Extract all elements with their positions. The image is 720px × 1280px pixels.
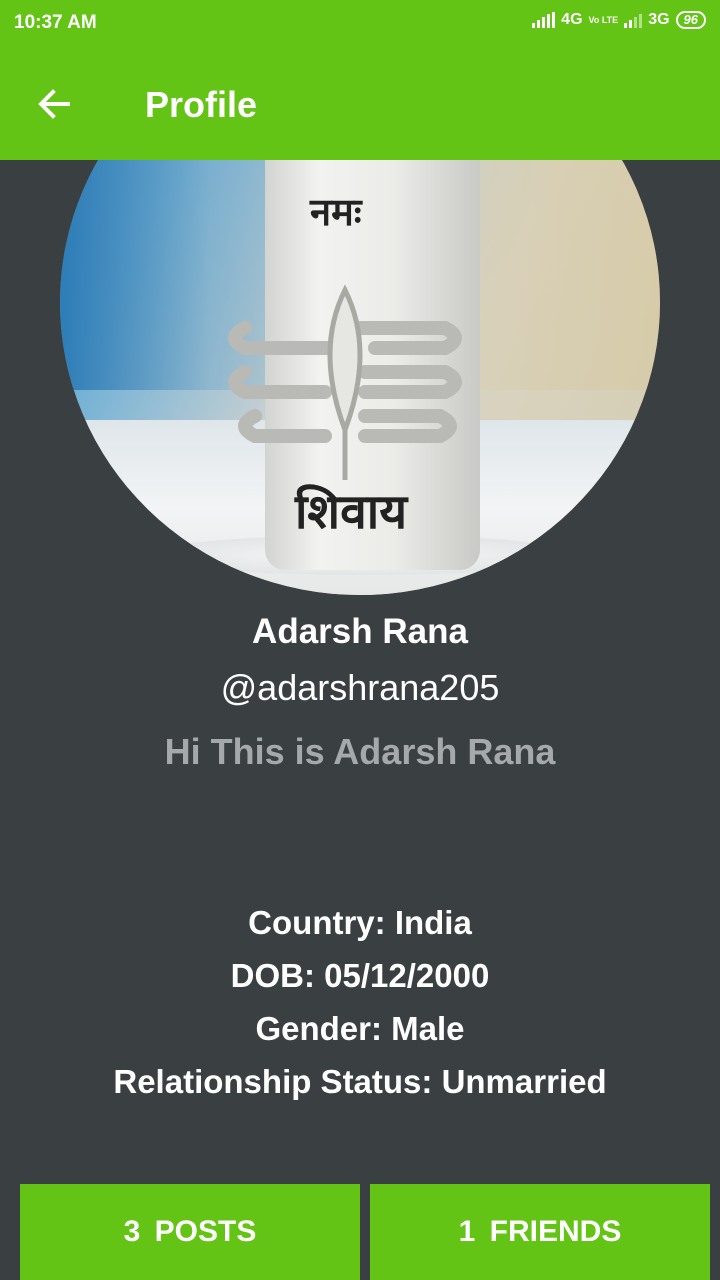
friends-button[interactable]: 1 FRIENDS [370, 1184, 710, 1280]
signal-icon-2 [624, 12, 643, 28]
network-type-2: 3G [648, 11, 670, 28]
app-bar: Profile [0, 48, 720, 160]
avatar-text-bottom: शिवाय [295, 484, 408, 540]
avatar-text-top: नमः [310, 190, 362, 234]
posts-button[interactable]: 3 POSTS [20, 1184, 360, 1280]
profile-name: Adarsh Rana [252, 612, 468, 651]
battery-icon: 96 [675, 11, 706, 29]
network-type-1: 4G [561, 11, 583, 28]
detail-country: Country: India [248, 904, 472, 941]
profile-username: @adarshrana205 [220, 667, 500, 708]
volte-icon: Vo LTE [588, 14, 619, 25]
signal-icon [532, 12, 556, 28]
status-icons: 4G Vo LTE 3G 96 [532, 11, 706, 29]
arrow-left-icon [38, 89, 70, 119]
tripundra-icon [228, 284, 462, 480]
profile-screen: नमः शिवाय 10:37 AM 4G Vo LTE 3G 96 Profi… [0, 0, 720, 1280]
profile-details: Country: India DOB: 05/12/2000 Gender: M… [0, 900, 720, 1112]
detail-relationship: Relationship Status: Unmarried [113, 1063, 607, 1100]
status-bar: 10:37 AM 4G Vo LTE 3G 96 [0, 0, 720, 48]
profile-bio: Hi This is Adarsh Rana [164, 731, 556, 772]
status-time: 10:37 AM [14, 12, 97, 33]
top-bar: 10:37 AM 4G Vo LTE 3G 96 Profile [0, 0, 720, 160]
back-button[interactable] [26, 76, 82, 132]
detail-gender: Gender: Male [255, 1010, 465, 1047]
page-title: Profile [145, 84, 258, 125]
detail-dob: DOB: 05/12/2000 [230, 957, 490, 994]
